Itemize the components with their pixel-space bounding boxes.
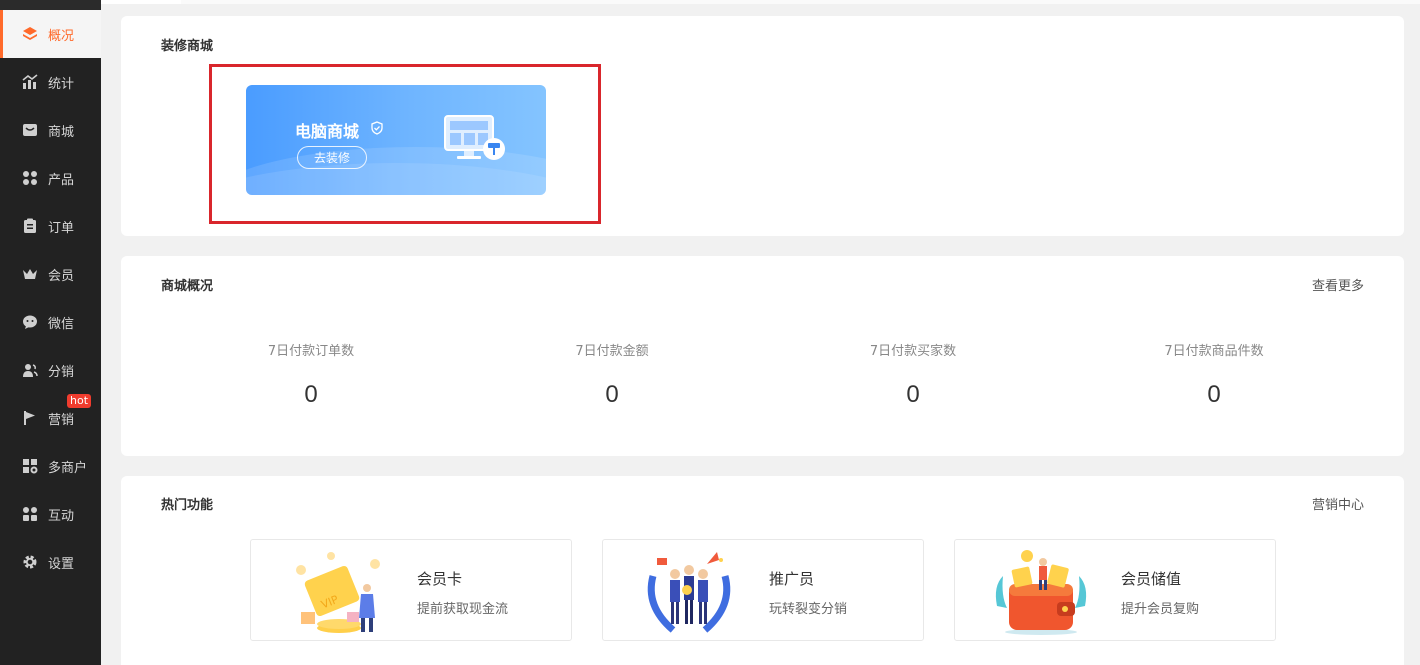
decorate-button[interactable]: 去装修 (297, 146, 367, 169)
users-icon (22, 362, 38, 378)
sidebar-item-wechat[interactable]: 微信 (0, 298, 101, 346)
shield-check-icon (371, 121, 383, 135)
sidebar-item-label: 订单 (48, 220, 75, 236)
sidebar-item-label: 商城 (48, 124, 75, 140)
stat-buyers: 7日付款买家数 0 (823, 340, 1003, 409)
stat-value: 0 (605, 381, 619, 408)
sidebar-item-label: 会员 (48, 268, 75, 284)
wallet-icon (995, 550, 1087, 635)
sidebar: 概况 统计 商城 产品 订单 会员 微信 分销 hot 营销 多商户 互动 设置 (0, 0, 101, 665)
vip-card-icon: VIP (296, 552, 380, 633)
chart-icon (22, 74, 38, 90)
sidebar-item-label: 设置 (48, 556, 75, 572)
pc-store-banner[interactable]: 电脑商城 去装修 (246, 85, 546, 195)
marketing-center-link[interactable]: 营销中心 (1312, 494, 1364, 513)
sidebar-item-label: 互动 (48, 508, 75, 524)
merchant-icon (22, 458, 38, 474)
crown-icon (22, 266, 38, 282)
stat-value: 0 (304, 381, 318, 408)
hot-features-card: 热门功能 营销中心 VIP 会员卡 提前获取现金流 推广员 玩转裂变分销 会员储… (121, 476, 1404, 665)
decorate-card: 装修商城 电脑商城 去装修 (121, 16, 1404, 236)
sidebar-item-marketing[interactable]: hot 营销 (0, 394, 101, 442)
feature-name: 会员卡 (417, 570, 463, 588)
grid-icon (22, 170, 38, 186)
sidebar-item-distribution[interactable]: 分销 (0, 346, 101, 394)
decorate-card-title: 装修商城 (161, 39, 214, 54)
sidebar-item-orders[interactable]: 订单 (0, 202, 101, 250)
top-tab (101, 0, 181, 4)
banner-title: 电脑商城 (295, 122, 360, 141)
feature-promoter[interactable]: 推广员 玩转裂变分销 (602, 539, 924, 641)
sidebar-item-label: 统计 (48, 76, 75, 92)
sidebar-item-settings[interactable]: 设置 (0, 538, 101, 586)
promoter-icon (647, 552, 731, 633)
view-more-link[interactable]: 查看更多 (1312, 275, 1364, 294)
sidebar-item-members[interactable]: 会员 (0, 250, 101, 298)
sidebar-top-gap (0, 0, 101, 10)
wechat-icon (22, 314, 38, 330)
stat-label: 7日付款订单数 (267, 344, 355, 359)
sidebar-item-store[interactable]: 商城 (0, 106, 101, 154)
stat-value: 0 (1207, 381, 1221, 408)
stat-label: 7日付款金额 (575, 344, 649, 359)
sidebar-item-label: 多商户 (48, 460, 88, 476)
hot-card-title: 热门功能 (161, 498, 214, 513)
sidebar-item-label: 概况 (48, 28, 75, 44)
hot-badge: hot (67, 394, 92, 408)
sidebar-item-overview[interactable]: 概况 (0, 10, 101, 58)
sidebar-item-label: 分销 (48, 364, 75, 380)
feature-name: 会员储值 (1121, 570, 1182, 588)
stat-orders: 7日付款订单数 0 (221, 340, 401, 409)
stat-label: 7日付款商品件数 (1164, 344, 1264, 359)
feature-vip-card[interactable]: VIP 会员卡 提前获取现金流 (250, 539, 572, 641)
sidebar-item-label: 营销 (48, 412, 75, 428)
sidebar-item-multi-merchant[interactable]: 多商户 (0, 442, 101, 490)
feature-member-topup[interactable]: 会员储值 提升会员复购 (954, 539, 1276, 641)
sidebar-nav: 概况 统计 商城 产品 订单 会员 微信 分销 hot 营销 多商户 互动 设置 (0, 10, 101, 586)
top-strip (101, 0, 1420, 4)
feature-desc: 提升会员复购 (1121, 602, 1200, 617)
sidebar-item-interaction[interactable]: 互动 (0, 490, 101, 538)
overview-card-title: 商城概况 (161, 279, 214, 294)
sidebar-item-label: 微信 (48, 316, 75, 332)
store-icon (22, 122, 38, 138)
sidebar-item-stats[interactable]: 统计 (0, 58, 101, 106)
stat-amount: 7日付款金额 0 (522, 340, 702, 409)
feature-name: 推广员 (769, 570, 815, 588)
overview-card: 商城概况 查看更多 7日付款订单数 0 7日付款金额 0 7日付款买家数 0 7… (121, 256, 1404, 456)
flag-icon (22, 410, 38, 426)
interact-icon (22, 506, 38, 522)
monitor-icon (444, 115, 505, 160)
feature-desc: 玩转裂变分销 (769, 602, 848, 617)
stat-label: 7日付款买家数 (869, 344, 957, 359)
layers-icon (22, 26, 38, 42)
feature-desc: 提前获取现金流 (417, 602, 509, 617)
stat-items: 7日付款商品件数 0 (1124, 340, 1304, 409)
gear-icon (22, 554, 38, 570)
sidebar-item-label: 产品 (48, 172, 75, 188)
stat-value: 0 (906, 381, 920, 408)
clipboard-icon (22, 218, 38, 234)
sidebar-item-products[interactable]: 产品 (0, 154, 101, 202)
